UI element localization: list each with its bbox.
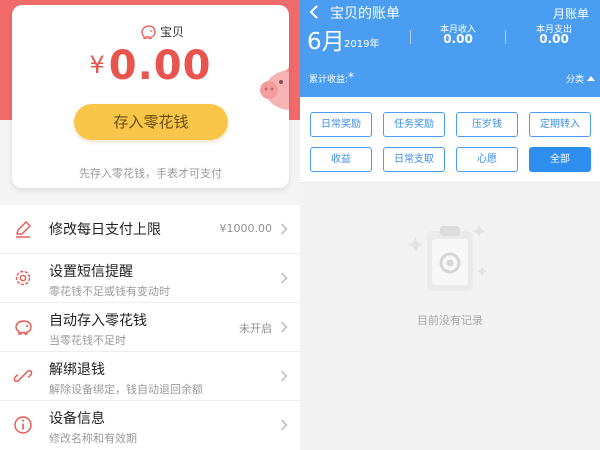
cumulative-value: * <box>348 70 354 84</box>
monthly-bill-link[interactable]: 月账单 <box>553 5 589 22</box>
wallet-label: 宝贝 <box>140 23 184 40</box>
filter-task-reward[interactable]: 任务奖励 <box>383 112 445 137</box>
wallet-label-text: 宝贝 <box>160 25 185 39</box>
empty-state-text: 目前没有记录 <box>417 314 483 327</box>
filter-daily-reward[interactable]: 日常奖励 <box>310 112 372 137</box>
filter-wish[interactable]: 心愿 <box>456 147 518 172</box>
chevron-right-icon <box>281 272 288 284</box>
gear-icon <box>15 270 31 286</box>
menu-item-title: 设置短信提醒 <box>49 264 133 280</box>
header-divider <box>410 30 411 44</box>
category-toggle[interactable]: 分类 <box>566 72 595 85</box>
menu-item-auto-deposit[interactable]: 自动存入零花钱 当零花钱不足时 未开启 <box>0 303 300 352</box>
menu-item-subtitle: 当零花钱不足时 <box>49 334 126 347</box>
pencil-icon <box>16 221 31 238</box>
balance-display: ¥0.00 <box>12 43 289 89</box>
deposit-hint: 先存入零花钱，手表才可支付 <box>79 167 222 180</box>
header-divider <box>505 30 506 44</box>
menu-item-title: 自动存入零花钱 <box>49 313 147 329</box>
year-label: 2019年 <box>344 39 380 50</box>
expense-value: 0.00 <box>539 32 569 46</box>
empty-clipboard-icon <box>408 225 487 291</box>
back-arrow-icon[interactable] <box>309 4 319 20</box>
cumulative-label: 累计收益: <box>309 75 349 85</box>
deposit-button[interactable]: 存入零花钱 <box>74 104 228 140</box>
category-label: 分类 <box>565 75 584 85</box>
empty-state: 目前没有记录 <box>300 205 600 335</box>
ledger-header: 宝贝的账单 月账单 6月 2019年 本月收入 0.00 本月支出 0.00 累… <box>300 0 600 97</box>
menu-item-device-info[interactable]: 设备信息 修改名称和有效期 <box>0 401 300 450</box>
wallet-panel: 宝贝 ¥0.00 存入零花钱 先存入零花钱，手表才可支付 修改每日支付上限 ¥1… <box>0 0 300 450</box>
triangle-up-icon <box>587 76 595 81</box>
settings-menu: 修改每日支付上限 ¥1000.00 设置短信提醒 零花钱不足或钱有变动时 自动存… <box>0 205 300 450</box>
menu-item-subtitle: 零花钱不足或钱有变动时 <box>49 285 170 298</box>
menu-item-title: 解绑退钱 <box>49 362 105 378</box>
piggy-bank-icon <box>141 24 156 39</box>
chevron-right-icon <box>281 223 288 235</box>
menu-item-subtitle: 解除设备绑定，钱自动退回余额 <box>49 383 203 396</box>
unlink-icon <box>13 369 33 383</box>
filter-daily-withdrawal[interactable]: 日常支取 <box>383 147 445 172</box>
balance-amount: 0.00 <box>108 43 212 89</box>
filter-earnings[interactable]: 收益 <box>310 147 372 172</box>
menu-item-subtitle: 修改名称和有效期 <box>49 432 137 445</box>
info-icon <box>14 416 32 434</box>
ledger-title: 宝贝的账单 <box>330 6 400 22</box>
filter-scheduled-deposit[interactable]: 定期转入 <box>529 112 591 137</box>
wallet-card: 宝贝 ¥0.00 存入零花钱 先存入零花钱，手表才可支付 <box>12 5 289 188</box>
menu-item-title: 设备信息 <box>49 411 105 427</box>
income-value: 0.00 <box>443 32 473 46</box>
currency-symbol: ¥ <box>89 51 105 79</box>
filter-all[interactable]: 全部 <box>529 147 591 172</box>
month-selector[interactable]: 6月 <box>307 22 345 56</box>
menu-item-sms-alert[interactable]: 设置短信提醒 零花钱不足或钱有变动时 <box>0 254 300 303</box>
menu-item-unbind-refund[interactable]: 解绑退钱 解除设备绑定，钱自动退回余额 <box>0 352 300 401</box>
category-filters: 日常奖励 任务奖励 压岁钱 定期转入 收益 日常支取 心愿 全部 <box>300 97 600 183</box>
menu-item-daily-limit[interactable]: 修改每日支付上限 ¥1000.00 <box>0 205 300 254</box>
piggy-bank-icon <box>15 320 32 335</box>
ledger-panel: 宝贝的账单 月账单 6月 2019年 本月收入 0.00 本月支出 0.00 累… <box>300 0 600 450</box>
chevron-right-icon <box>281 419 288 431</box>
chevron-right-icon <box>281 321 288 333</box>
menu-item-value: ¥1000.00 <box>219 222 273 235</box>
chevron-right-icon <box>281 370 288 382</box>
filter-red-envelope[interactable]: 压岁钱 <box>456 112 518 137</box>
menu-item-value: 未开启 <box>239 322 272 335</box>
menu-item-title: 修改每日支付上限 <box>49 222 161 238</box>
